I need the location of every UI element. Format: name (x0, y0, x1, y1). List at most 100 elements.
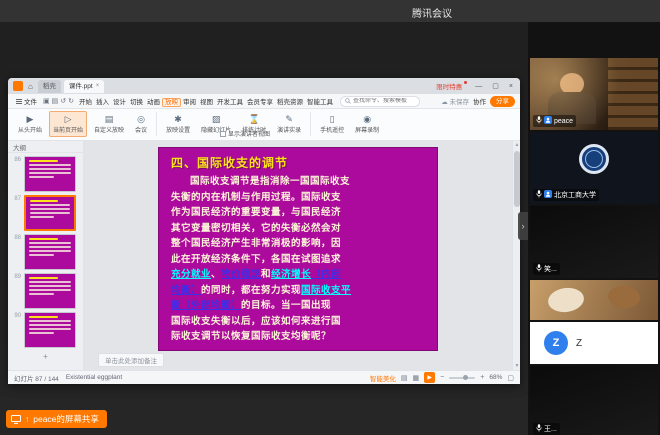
undo-icon[interactable]: ↺ (59, 98, 67, 105)
screen-share-banner[interactable]: ↑ peace的屏幕共享 (6, 410, 107, 428)
collab-button[interactable]: 协作 (473, 96, 486, 106)
participant-video (530, 280, 658, 320)
mic-icon (536, 264, 542, 274)
panel-tab-outline[interactable]: 大纲 (8, 141, 83, 153)
slide-text-segment: 经济增长 (271, 269, 311, 280)
ribbon-button-label: 从头开始 (18, 125, 42, 134)
slide-thumbnail[interactable]: 90 (12, 312, 79, 348)
slide-text-segment: 的同时，都在努力实现 (201, 285, 301, 296)
slide-text-segment: 国际收支失衡以后，应该如何来进行国 (171, 316, 341, 327)
ribbon-button-icon: ▯ (330, 114, 335, 124)
menu-item[interactable]: 切换 (128, 99, 145, 106)
person-badge-icon (544, 190, 552, 200)
ribbon-settings-button[interactable]: ✱ 放映设置 (162, 111, 194, 137)
slide-thumbnail[interactable]: 88 (12, 234, 79, 270)
search-input[interactable] (353, 98, 415, 104)
participant-name: 王... (544, 424, 557, 434)
sidebar-collapse-button[interactable]: › (518, 212, 528, 240)
menu-item[interactable]: 智能工具 (305, 99, 335, 106)
zoom-slider[interactable] (449, 377, 475, 379)
participant-video-tile[interactable]: 笑... (530, 206, 658, 278)
wps-logo-icon (13, 81, 23, 91)
tab-document[interactable]: 课件.ppt × (64, 80, 104, 93)
zoom-out-icon[interactable]: − (440, 374, 444, 381)
normal-view-icon[interactable]: ▤ (401, 374, 408, 382)
ribbon-button-label: 自定义放映 (94, 125, 124, 134)
scroll-down-icon[interactable]: ▼ (513, 363, 521, 369)
command-search[interactable] (340, 96, 420, 107)
ribbon-custom-button[interactable]: ▤ 自定义放映 (90, 111, 128, 137)
zoom-in-icon[interactable]: + (480, 374, 484, 381)
close-tab-icon[interactable]: × (96, 80, 100, 93)
ribbon-button-icon: ✱ (174, 114, 182, 124)
home-tab-icon[interactable]: ⌂ (26, 82, 35, 91)
share-button[interactable]: 分享 (490, 96, 515, 107)
presenter-view-label: 显示演讲者视图 (228, 129, 270, 138)
monitor-icon (11, 415, 21, 424)
file-menu-button[interactable]: 文件 (13, 96, 40, 106)
ribbon-phone-button[interactable]: ▯ 手机遥控 (316, 111, 348, 137)
maximize-icon[interactable]: ▢ (490, 82, 501, 90)
menu-item[interactable]: 放映 (162, 98, 181, 107)
smart-beautify-button[interactable]: 智能美化 (370, 373, 396, 383)
save-icon[interactable]: ▣ (42, 98, 51, 105)
vertical-scrollbar[interactable]: ▲ ▼ (512, 141, 520, 370)
add-notes-button[interactable]: 单击此处添加备注 (98, 353, 164, 367)
slide-counter: 幻灯片 87 / 144 (14, 373, 59, 383)
current-slide[interactable]: 四、国际收支的调节 国际收支调节是指消除一国国际收支失衡的内在机制与作用过程。国… (158, 147, 438, 351)
participant-label: 王... (533, 423, 560, 435)
ribbon-record-speech-button[interactable]: ✎ 演讲实录 (273, 111, 305, 137)
participant-video-tile[interactable] (530, 280, 658, 320)
participant-video-tile[interactable]: Z Z (530, 322, 658, 364)
slide-text-line: 际收支调节以恢复国际收支均衡呢？ (171, 329, 425, 345)
participant-video-tile[interactable]: 王... (530, 366, 658, 435)
ribbon-button-icon: ✎ (285, 114, 293, 124)
menu-item[interactable]: 视图 (198, 99, 215, 106)
scrollbar-thumb[interactable] (514, 151, 520, 207)
theme-name: Existential eggplant (66, 374, 122, 381)
menu-item[interactable]: 审阅 (181, 99, 198, 106)
redo-icon[interactable]: ↻ (67, 98, 75, 105)
presenter-view-checkbox[interactable]: 显示演讲者视图 (220, 129, 270, 138)
ribbon-meeting-button[interactable]: ◎ 会议 (131, 111, 151, 137)
slide-text-line: 作为国民经济的重要变量，与国民经济 (171, 205, 425, 221)
slide-text-segment: 整个国民经济产生非常消极的影响，因 (171, 238, 341, 249)
print-icon[interactable]: ▤ (51, 98, 60, 105)
slide-text-line: 国际收支调节是指消除一国国际收支 (171, 174, 425, 190)
slide-sorter-icon[interactable]: ▦ (413, 374, 420, 382)
promo-badge[interactable]: 限时特惠 (436, 81, 467, 91)
slide-text-segment: 国际收支调节是指消除一国国际收支 (190, 176, 350, 187)
menu-item[interactable]: 稻壳资源 (275, 99, 305, 106)
ribbon-play-button[interactable]: ▶ 从头开始 (14, 111, 46, 137)
scroll-up-icon[interactable]: ▲ (513, 142, 521, 148)
ribbon-play-current-button[interactable]: ▷ 当前页开始 (49, 111, 87, 137)
slide-text-line: 整个国民经济产生非常消极的影响，因 (171, 236, 425, 252)
mic-icon (536, 116, 542, 126)
minimize-icon[interactable]: — (473, 83, 484, 90)
quick-access-toolbar: ▣▤↺↻ (42, 97, 75, 105)
close-icon[interactable]: × (507, 83, 515, 90)
tab-docer[interactable]: 稻壳 (38, 80, 61, 93)
menu-item[interactable]: 设计 (111, 99, 128, 106)
wps-menu-bar: 文件 ▣▤↺↻ 开始插入设计切换动画放映审阅视图开发工具会员专享稻壳资源智能工具… (8, 94, 520, 109)
slide-text-line: 均衡）的同时，都在努力实现国际收支平 (171, 283, 425, 299)
slide-thumbnail[interactable]: 89 (12, 273, 79, 309)
fit-screen-icon[interactable]: ▢ (507, 374, 514, 382)
add-slide-button[interactable]: + (40, 352, 52, 361)
menu-item[interactable]: 会员专享 (245, 99, 275, 106)
participant-video-tile[interactable]: 北京工商大学 (530, 132, 658, 204)
participant-video-tile[interactable]: peace (530, 58, 658, 130)
menu-item[interactable]: 开发工具 (215, 99, 245, 106)
play-slideshow-button[interactable]: ▶ (424, 372, 435, 383)
slide-text-line: 充分就业、物价稳定和经济增长（内部 (171, 267, 425, 283)
menu-item[interactable]: 开始 (77, 99, 94, 106)
checkbox-icon (220, 131, 226, 137)
ribbon-button-label: 屏幕录制 (355, 125, 379, 134)
slide-thumbnail[interactable]: 87 (12, 195, 79, 231)
wps-presentation-window: ⌂ 稻壳 课件.ppt × 限时特惠 — ▢ × 文件 (8, 78, 520, 384)
ribbon-screen-record-button[interactable]: ◉ 屏幕录制 (351, 111, 383, 137)
zoom-level: 68% (489, 374, 502, 381)
menu-item[interactable]: 动画 (145, 99, 162, 106)
menu-item[interactable]: 插入 (94, 99, 111, 106)
slide-thumbnail[interactable]: 86 (12, 156, 79, 192)
